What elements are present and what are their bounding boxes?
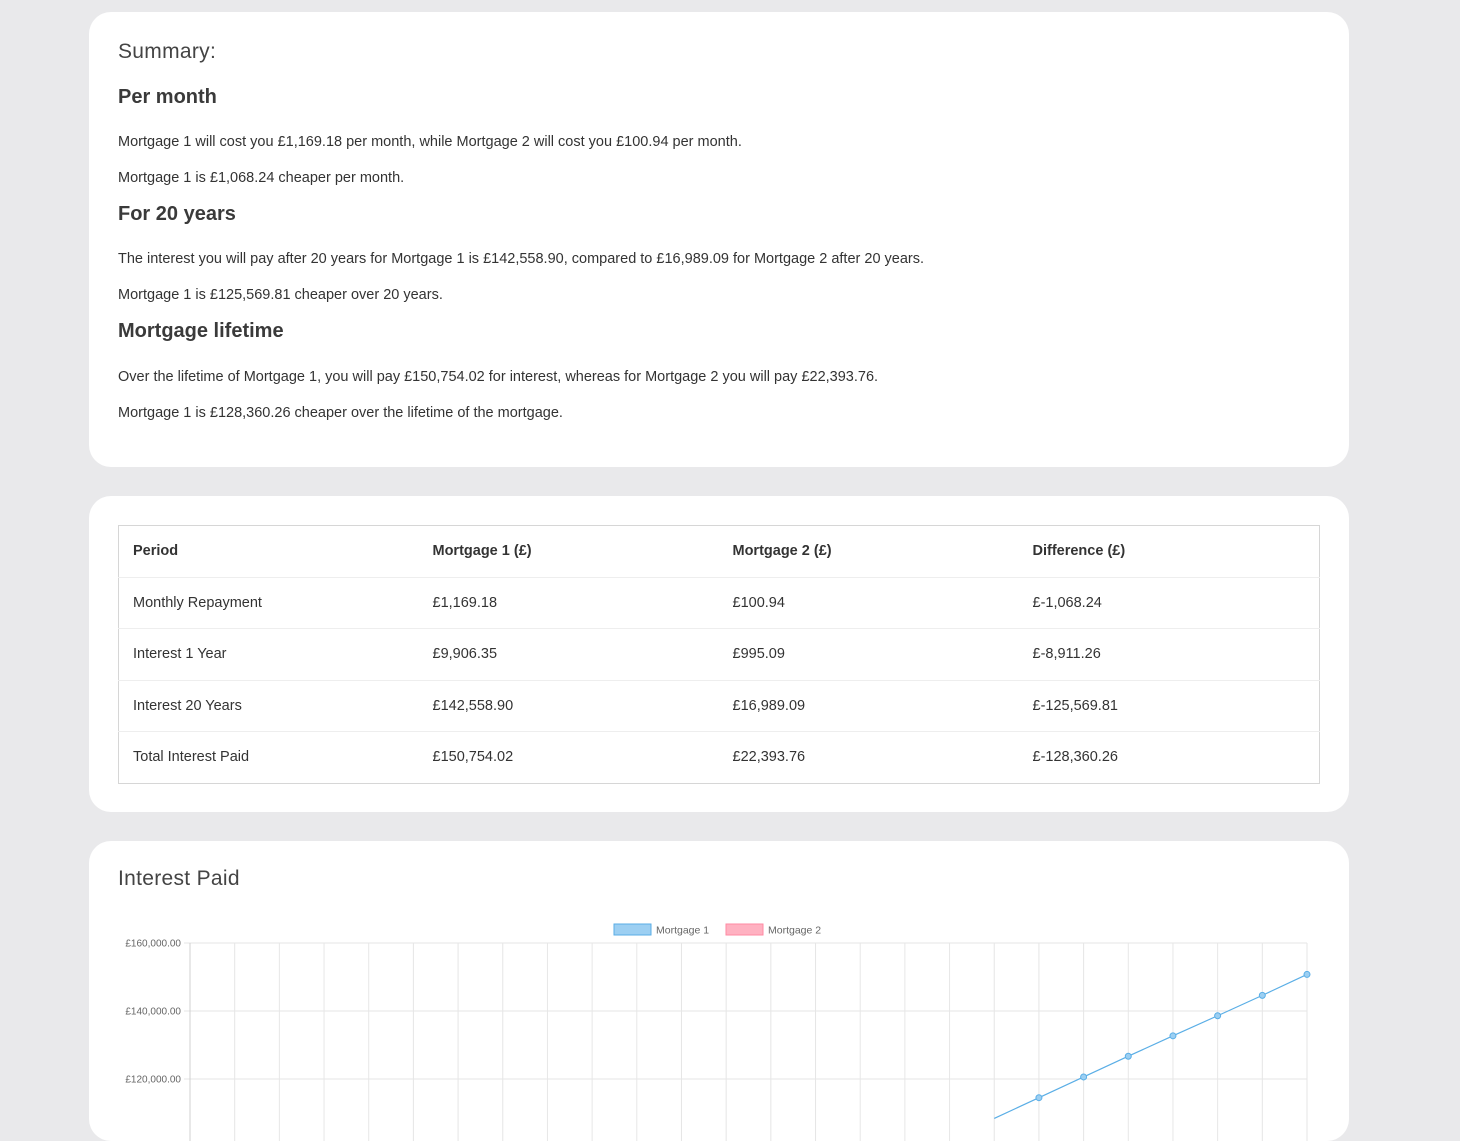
lifetime-heading: Mortgage lifetime	[118, 320, 284, 342]
table-row: Total Interest Paid £150,754.02 £22,393.…	[119, 732, 1320, 784]
legend-label: Mortgage 1	[656, 925, 709, 937]
lifetime-text-1: Over the lifetime of Mortgage 1, you wil…	[118, 369, 879, 385]
header-mortgage-2: Mortgage 2 (£)	[718, 525, 1019, 578]
comparison-table-card: Period Mortgage 1 (£) Mortgage 2 (£) Dif…	[89, 496, 1349, 812]
cell-period: Total Interest Paid	[133, 749, 250, 766]
data-point	[1214, 1012, 1222, 1020]
data-point	[1303, 970, 1311, 978]
cell-mortgage-2: £22,393.76	[732, 749, 806, 766]
legend-label: Mortgage 2	[768, 925, 821, 937]
y-tick-label: £120,000.00	[125, 1075, 181, 1086]
cell-period: Interest 20 Years	[118, 680, 419, 732]
data-point	[1080, 1073, 1088, 1081]
data-point	[1124, 1052, 1132, 1060]
legend-swatch	[613, 923, 652, 936]
table-row: Monthly Repayment £1,169.18 £100.94 £-1,…	[118, 577, 1320, 629]
cell-period: Monthly Repayment	[118, 577, 419, 629]
per-month-heading: Per month	[118, 86, 217, 108]
twenty-years-text-2: Mortgage 1 is £125,569.81 cheaper over 2…	[118, 287, 443, 303]
interest-chart-card: Interest Paid £160,000.00 £140,000.00 £120…	[89, 841, 1349, 1141]
cell-mortgage-1: £142,558.90	[418, 680, 719, 732]
summary-card: Summary: Per month Mortgage 1 will cost …	[89, 12, 1349, 467]
data-point	[1258, 991, 1266, 999]
chart-title: Interest Paid	[118, 867, 240, 890]
cell-difference: £-1,068.24	[1018, 577, 1320, 629]
header-period: Period	[118, 525, 419, 578]
y-tick-label: £160,000.00	[125, 939, 181, 950]
summary-title: Summary:	[118, 40, 217, 63]
data-point	[1169, 1032, 1177, 1040]
per-month-text-1: Mortgage 1 will cost you £1,169.18 per m…	[118, 134, 742, 150]
y-tick-label: £140,000.00	[125, 1007, 181, 1018]
cell-mortgage-1: £1,169.18	[418, 577, 719, 629]
cell-mortgage-2: £16,989.09	[718, 680, 1019, 732]
header-mortgage-1: Mortgage 1 (£)	[418, 525, 719, 578]
cell-difference: £-125,569.81	[1018, 680, 1320, 732]
twenty-years-heading: For 20 years	[118, 203, 236, 225]
header-difference: Difference (£)	[1018, 525, 1320, 578]
lifetime-text-2: Mortgage 1 is £128,360.26 cheaper over t…	[118, 405, 563, 421]
cell-mortgage-1: £9,906.35	[418, 628, 719, 681]
table-row: Interest 20 Years £142,558.90 £16,989.09…	[118, 680, 1320, 732]
table-header-row: Period Mortgage 1 (£) Mortgage 2 (£) Dif…	[118, 525, 1320, 578]
table-row: Interest 1 Year £9,906.35 £995.09 £-8,91…	[118, 628, 1320, 681]
comparison-table: Period Mortgage 1 (£) Mortgage 2 (£) Dif…	[118, 525, 1320, 784]
cell-mortgage-1: £150,754.02	[432, 749, 514, 766]
data-point	[1035, 1094, 1043, 1102]
cell-mortgage-2: £995.09	[718, 628, 1019, 681]
legend-swatch	[725, 923, 764, 936]
cell-difference: £-128,360.26	[1032, 749, 1118, 766]
cell-difference: £-8,911.26	[1018, 628, 1320, 681]
twenty-years-text-1: The interest you will pay after 20 years…	[118, 251, 925, 267]
cell-mortgage-2: £100.94	[718, 577, 1019, 629]
per-month-text-2: Mortgage 1 is £1,068.24 cheaper per mont…	[118, 170, 405, 186]
cell-period: Interest 1 Year	[118, 628, 419, 681]
